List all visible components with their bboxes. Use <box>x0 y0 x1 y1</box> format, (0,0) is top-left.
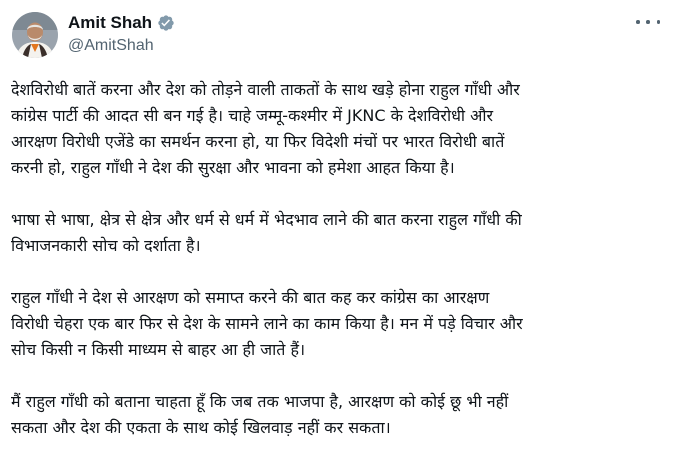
dot <box>636 20 640 24</box>
text-line: कांग्रेस पार्टी की आदत सी बन गई है। चाहे… <box>11 106 494 125</box>
tweet-text: देशविरोधी बातें करना और देश को तोड़ने वा… <box>11 77 671 467</box>
avatar-photo-icon <box>12 12 58 58</box>
dot <box>656 20 660 24</box>
text-line: राहुल गाँधी ने देश से आरक्षण को समाप्त क… <box>11 288 490 307</box>
author-name-row: Amit Shah <box>68 12 175 34</box>
more-options-icon[interactable] <box>636 14 660 30</box>
text-line: विभाजनकारी सोच को दर्शाता है। <box>11 236 201 255</box>
tweet-header: Amit Shah @AmitShah <box>0 0 680 70</box>
tweet-paragraph-3: राहुल गाँधी ने देश से आरक्षण को समाप्त क… <box>11 285 671 363</box>
tweet-paragraph-4: मैं राहुल गाँधी को बताना चाहता हूँ कि जब… <box>11 389 671 441</box>
dot <box>646 20 650 24</box>
text-line: सकता और देश की एकता के साथ कोई खिलवाड़ न… <box>11 418 391 437</box>
verified-badge-icon <box>158 15 174 31</box>
tweet-paragraph-1: देशविरोधी बातें करना और देश को तोड़ने वा… <box>11 77 671 181</box>
author-display-name[interactable]: Amit Shah <box>68 13 152 33</box>
text-line: सोच किसी न किसी माध्यम से बाहर आ ही जाते… <box>11 340 306 359</box>
avatar[interactable] <box>12 12 58 58</box>
tweet-paragraph-2: भाषा से भाषा, क्षेत्र से क्षेत्र और धर्म… <box>11 207 671 259</box>
text-line: विरोधी चेहरा एक बार फिर से देश के सामने … <box>11 314 523 333</box>
text-line: आरक्षण विरोधी एजेंडे का समर्थन करना हो, … <box>11 132 505 151</box>
author-handle[interactable]: @AmitShah <box>68 37 154 55</box>
text-line: भाषा से भाषा, क्षेत्र से क्षेत्र और धर्म… <box>11 210 522 229</box>
text-line: देशविरोधी बातें करना और देश को तोड़ने वा… <box>11 80 520 99</box>
text-line: मैं राहुल गाँधी को बताना चाहता हूँ कि जब… <box>11 392 509 411</box>
text-line: करनी हो, राहुल गाँधी ने देश की सुरक्षा औ… <box>11 158 455 177</box>
